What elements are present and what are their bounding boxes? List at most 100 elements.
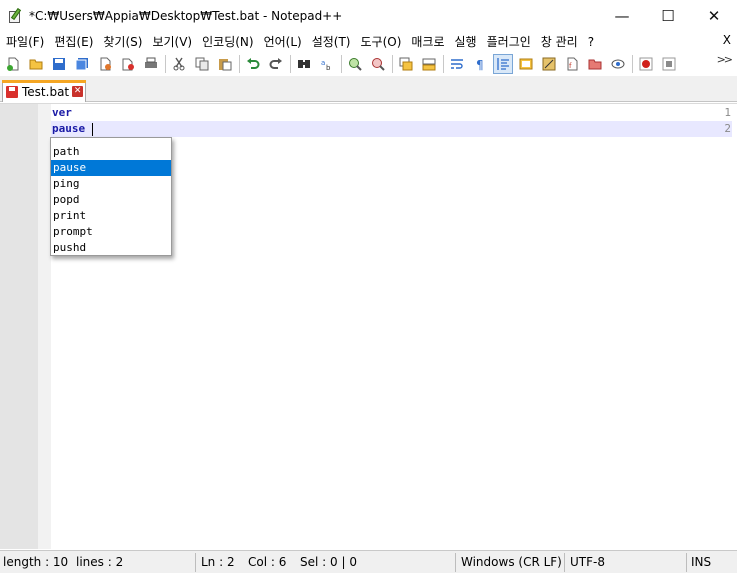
word-wrap-icon [451, 58, 463, 69]
print-button[interactable] [141, 54, 161, 74]
autocomplete-item[interactable]: path [51, 144, 171, 160]
menu-help[interactable]: ? [582, 35, 598, 49]
monitoring-button[interactable] [608, 54, 628, 74]
user-defined-language-icon [519, 58, 533, 69]
status-lines: lines : 2 [76, 555, 124, 569]
toolbar: ab ¶ f >> [0, 51, 737, 76]
show-all-characters-button[interactable]: ¶ [470, 54, 490, 74]
undo-icon [247, 57, 260, 69]
maximize-icon: ☐ [661, 7, 675, 25]
status-divider [564, 553, 565, 572]
autocomplete-item[interactable]: popd [51, 192, 171, 208]
sync-vertical-icon [399, 57, 413, 70]
toolbar-separator [443, 54, 444, 73]
function-list-icon: f [567, 57, 578, 70]
status-column: Col : 6 [248, 555, 287, 569]
status-selection: Sel : 0 | 0 [300, 555, 357, 569]
folder-as-workspace-button[interactable] [585, 54, 605, 74]
stop-macro-button[interactable] [659, 54, 679, 74]
toolbar-overflow-chevron-icon[interactable]: >> [717, 53, 734, 66]
close-all-button[interactable] [118, 54, 138, 74]
document-map-button[interactable] [539, 54, 559, 74]
sync-horizontal-button[interactable] [419, 54, 439, 74]
autocomplete-item[interactable]: prompt [51, 224, 171, 240]
toolbar-separator [165, 54, 166, 73]
toolbar-separator [341, 54, 342, 73]
tab-close-icon[interactable]: ✕ [72, 86, 84, 97]
paste-button[interactable] [215, 54, 235, 74]
menu-edit[interactable]: 편집(E) [48, 33, 97, 50]
record-macro-button[interactable] [636, 54, 656, 74]
toolbar-separator [290, 54, 291, 73]
close-icon: ✕ [707, 7, 721, 25]
user-defined-language-button[interactable] [516, 54, 536, 74]
autocomplete-item[interactable]: print [51, 208, 171, 224]
menu-plugins[interactable]: 플러그인 [481, 33, 535, 50]
tab-test-bat[interactable]: Test.bat ✕ [2, 80, 86, 102]
paste-icon [219, 58, 232, 70]
folder-as-workspace-icon [588, 59, 602, 69]
menu-run[interactable]: 실행 [449, 33, 481, 50]
save-icon [53, 57, 65, 70]
menu-language[interactable]: 언어(L) [258, 33, 306, 50]
autocomplete-item[interactable]: ping [51, 176, 171, 192]
autocomplete-item-selected[interactable]: pause [51, 160, 171, 176]
minimize-icon: — [614, 7, 630, 25]
open-file-button[interactable] [26, 54, 46, 74]
toolbar-separator [632, 54, 633, 73]
find-icon [298, 59, 310, 68]
close-file-button[interactable] [95, 54, 115, 74]
line-number: 1 [724, 106, 731, 119]
word-wrap-button[interactable] [447, 54, 467, 74]
text-caret [92, 123, 93, 136]
status-eol-format: Windows (CR LF) [461, 555, 562, 569]
menu-file[interactable]: 파일(F) [0, 33, 48, 50]
save-button[interactable] [49, 54, 69, 74]
close-window-button[interactable]: ✕ [691, 0, 737, 32]
line-number: 2 [724, 122, 731, 135]
sync-vertical-button[interactable] [396, 54, 416, 74]
find-button[interactable] [294, 54, 314, 74]
cut-button[interactable] [169, 54, 189, 74]
show-all-characters-icon: ¶ [476, 58, 484, 71]
toolbar-separator [239, 54, 240, 73]
menu-tools[interactable]: 도구(O) [355, 33, 406, 50]
svg-text:a: a [321, 59, 325, 67]
maximize-button[interactable]: ☐ [645, 0, 691, 32]
current-line-highlight [51, 121, 732, 137]
menu-macro[interactable]: 매크로 [405, 33, 448, 50]
new-file-button[interactable] [3, 54, 23, 74]
record-macro-icon [639, 57, 653, 70]
replace-button[interactable]: ab [317, 54, 337, 74]
minimize-button[interactable]: — [599, 0, 645, 32]
indent-guide-button[interactable] [493, 53, 513, 74]
menu-window[interactable]: 창 관리 [535, 33, 582, 50]
function-list-button[interactable]: f [562, 54, 582, 74]
new-file-icon [7, 57, 19, 71]
copy-button[interactable] [192, 54, 212, 74]
stop-macro-icon [662, 57, 676, 70]
code-line: pause [52, 122, 86, 135]
close-all-icon [122, 58, 134, 70]
menu-search[interactable]: 찾기(S) [97, 33, 146, 50]
tab-bar: Test.bat ✕ [0, 76, 737, 102]
menu-encoding[interactable]: 인코딩(N) [196, 33, 257, 50]
status-length: length : 10 [3, 555, 69, 569]
zoom-out-button[interactable] [368, 54, 388, 74]
svg-text:b: b [326, 64, 331, 71]
save-all-button[interactable] [72, 54, 92, 74]
replace-icon: ab [321, 59, 331, 71]
close-document-button[interactable]: X [723, 33, 731, 47]
document-map-icon [542, 57, 556, 70]
undo-button[interactable] [243, 54, 263, 74]
menu-view[interactable]: 보기(V) [146, 33, 196, 50]
toolbar-separator [392, 54, 393, 73]
status-bar: length : 10 lines : 2 Ln : 2 Col : 6 Sel… [0, 550, 737, 573]
autocomplete-item[interactable]: pushd [51, 240, 171, 256]
redo-button[interactable] [266, 54, 286, 74]
zoom-in-button[interactable] [345, 54, 365, 74]
window-title: *C:₩Users₩Appia₩Desktop₩Test.bat - Notep… [29, 9, 343, 23]
open-file-icon [29, 59, 43, 69]
code-line: ver [52, 106, 72, 119]
menu-settings[interactable]: 설정(T) [306, 33, 355, 50]
